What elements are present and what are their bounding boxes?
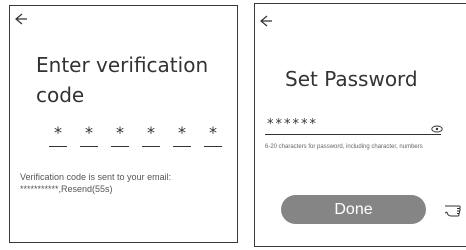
code-digit-slot[interactable]: * — [48, 123, 68, 147]
code-digit: * — [116, 123, 124, 142]
code-digit: * — [54, 123, 62, 142]
page-title: Enter verification code — [36, 53, 209, 107]
code-digit-slot[interactable]: * — [203, 123, 223, 147]
verification-code-input[interactable]: * * * * * * — [48, 124, 228, 154]
code-underline — [173, 146, 191, 147]
code-underline — [204, 146, 222, 147]
resend-code-link[interactable]: ***********,Resend(55s) — [20, 184, 113, 195]
hand-pointer-icon — [444, 200, 466, 224]
code-underline — [49, 146, 67, 147]
password-input[interactable]: ****** — [265, 117, 445, 137]
back-arrow-icon[interactable] — [259, 15, 273, 27]
code-underline — [111, 146, 129, 147]
done-button[interactable]: Done — [281, 195, 426, 224]
password-underline — [265, 134, 441, 135]
verification-code-screen: Enter verification code * * * * * * Veri… — [9, 5, 238, 243]
back-arrow-icon[interactable] — [14, 13, 28, 25]
code-digit-slot[interactable]: * — [79, 123, 99, 147]
code-underline — [80, 146, 98, 147]
code-digit: * — [209, 123, 217, 142]
page-title: Set Password — [285, 67, 418, 91]
password-value: ****** — [267, 117, 318, 132]
set-password-screen: Set Password ****** 6-20 characters for … — [254, 3, 466, 247]
code-digit: * — [85, 123, 93, 142]
verification-sent-message: Verification code is sent to your email: — [20, 172, 172, 182]
code-underline — [142, 146, 160, 147]
code-digit: * — [178, 123, 186, 142]
code-digit-slot[interactable]: * — [110, 123, 130, 147]
code-digit-slot[interactable]: * — [172, 123, 192, 147]
eye-icon[interactable] — [431, 120, 443, 133]
password-hint: 6-20 characters for password, including … — [265, 144, 423, 150]
code-digit-slot[interactable]: * — [141, 123, 161, 147]
code-digit: * — [147, 123, 155, 142]
